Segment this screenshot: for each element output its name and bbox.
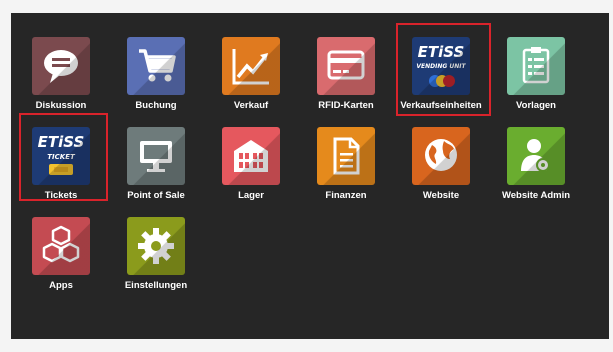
app-label: Einstellungen [124, 280, 188, 291]
app-verkauf[interactable]: Verkauf [203, 37, 299, 117]
clipboard-icon [507, 37, 565, 95]
app-buchung[interactable]: Buchung [108, 37, 204, 117]
app-point-of-sale[interactable]: Point of Sale [108, 127, 204, 207]
app-label: Apps [49, 280, 73, 291]
app-rfid-karten[interactable]: RFID-Karten [298, 37, 394, 117]
app-label: Website Admin [501, 190, 571, 201]
app-finanzen[interactable]: Finanzen [298, 127, 394, 207]
card-icon [317, 37, 375, 95]
app-label: Finanzen [325, 190, 367, 201]
app-label: Vorlagen [516, 100, 556, 111]
user-gear-icon [507, 127, 565, 185]
monitor-icon [127, 127, 185, 185]
app-diskussion[interactable]: Diskussion [13, 37, 109, 117]
app-label: RFID-Karten [318, 100, 374, 111]
app-label: Buchung [135, 100, 177, 111]
globe-icon [412, 127, 470, 185]
cubes-icon [32, 217, 90, 275]
app-label: Point of Sale [127, 190, 185, 201]
app-vorlagen[interactable]: Vorlagen [488, 37, 584, 117]
app-label: Verkauf [233, 100, 269, 111]
app-label: Diskussion [35, 100, 87, 111]
chat-bubble-icon [32, 37, 90, 95]
app-website[interactable]: Website [393, 127, 489, 207]
document-icon [317, 127, 375, 185]
app-website-admin[interactable]: Website Admin [488, 127, 584, 207]
app-label: Lager [238, 190, 264, 201]
highlight-box-verkaufseinheiten [396, 23, 491, 116]
gear-icon [127, 217, 185, 275]
app-einstellungen[interactable]: Einstellungen [108, 217, 204, 297]
warehouse-icon [222, 127, 280, 185]
shopping-cart-icon [127, 37, 185, 95]
trend-chart-icon [222, 37, 280, 95]
highlight-box-tickets [19, 113, 108, 201]
app-apps[interactable]: Apps [13, 217, 109, 297]
app-label: Website [422, 190, 460, 201]
app-lager[interactable]: Lager [203, 127, 299, 207]
